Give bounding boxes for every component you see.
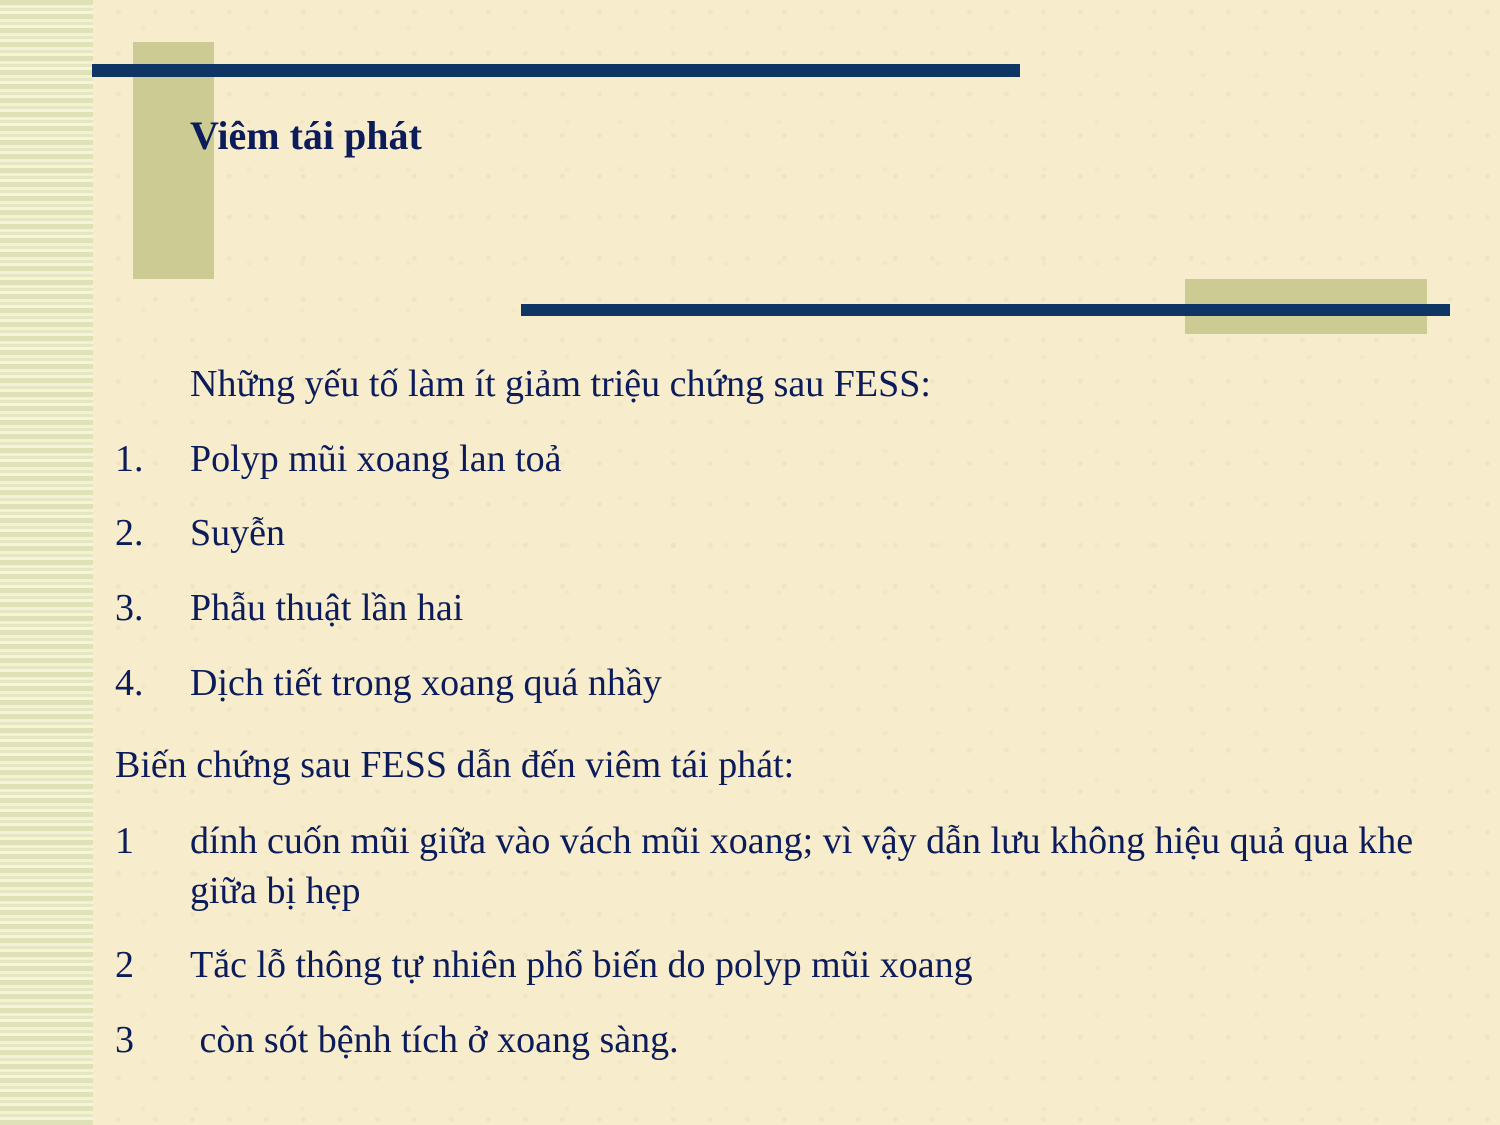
complication-text: còn sót bệnh tích ở xoang sàng.	[190, 1019, 679, 1061]
factors-intro: Những yếu tố làm ít giảm triệu chứng sau…	[190, 363, 931, 405]
decor-navy-bar-middle	[521, 304, 1450, 316]
factor-text: Phẫu thuật lần hai	[190, 587, 464, 629]
slide-title: Viêm tái phát	[190, 113, 422, 158]
complication-text: dính cuốn mũi giữa vào vách mũi xoang; v…	[190, 820, 1414, 912]
factor-text: Suyễn	[190, 512, 285, 554]
factor-number: 4.	[115, 662, 144, 704]
decor-olive-block-top	[133, 42, 214, 279]
complication-number: 2	[115, 944, 134, 986]
complications-heading: Biến chứng sau FESS dẫn đến viêm tái phá…	[115, 744, 795, 786]
factor-text: Polyp mũi xoang lan toả	[190, 438, 562, 480]
factor-text: Dịch tiết trong xoang quá nhầy	[190, 662, 662, 704]
decor-navy-bar-top	[92, 64, 1020, 77]
factor-number: 2.	[115, 512, 144, 554]
complication-number: 3	[115, 1019, 134, 1061]
left-striped-border	[0, 0, 93, 1125]
complication-number: 1	[115, 820, 134, 862]
complication-text: Tắc lỗ thông tự nhiên phổ biến do polyp …	[190, 944, 973, 986]
factor-number: 3.	[115, 587, 144, 629]
factor-number: 1.	[115, 438, 144, 480]
